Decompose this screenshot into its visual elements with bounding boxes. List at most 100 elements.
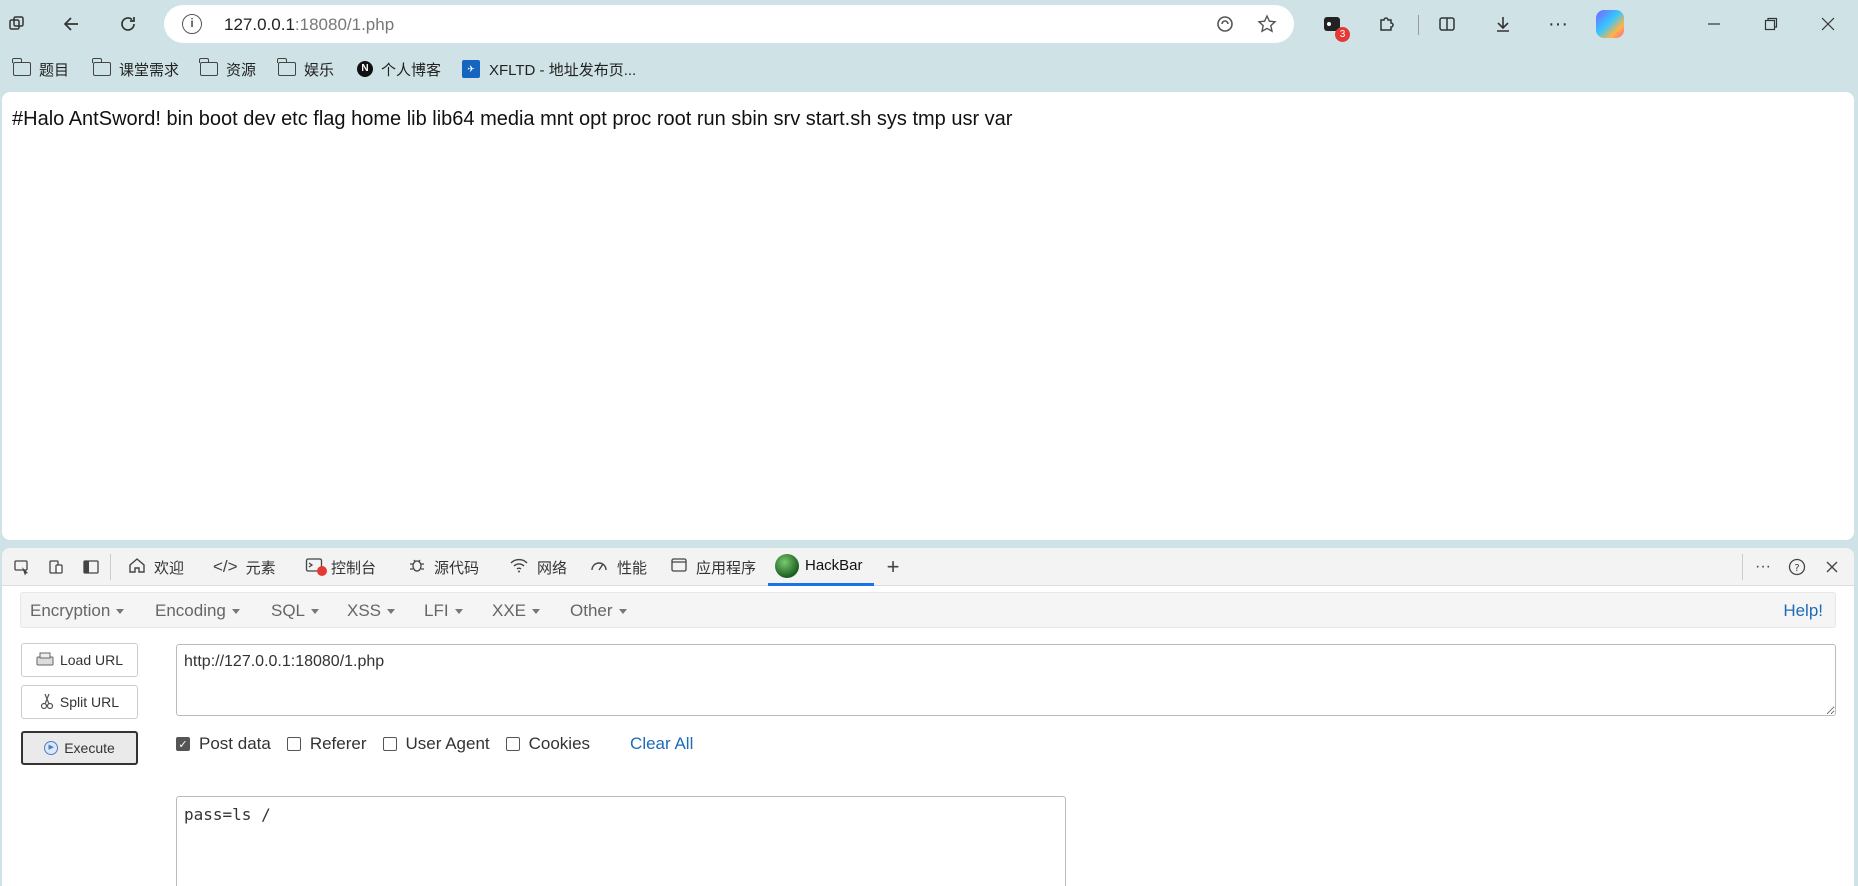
menu-encoding[interactable]: Encoding (155, 601, 240, 621)
bookmark-folder-resources[interactable]: 资源 (199, 58, 256, 80)
tab-hackbar[interactable]: HackBar (768, 548, 874, 586)
help-icon[interactable]: ? (1787, 557, 1807, 577)
split-url-button[interactable]: Split URL (21, 685, 138, 719)
button-label: Split URL (59, 694, 120, 710)
copilot-icon[interactable] (1596, 10, 1624, 38)
menu-label: Encryption (30, 601, 111, 620)
menu-label: LFI (424, 601, 449, 620)
split-screen-icon[interactable] (1433, 10, 1461, 38)
gauge-icon (589, 556, 609, 579)
button-label: Load URL (59, 652, 124, 668)
svg-text:?: ? (1794, 563, 1799, 574)
menu-encryption[interactable]: Encryption (30, 601, 125, 621)
menu-label: Encoding (155, 601, 226, 620)
referer-label: Referer (309, 734, 367, 753)
bookmark-label: XFLTD - 地址发布页... (489, 61, 637, 79)
folder-icon (12, 58, 31, 76)
url-input[interactable]: http://127.0.0.1:18080/1.php (176, 644, 1836, 716)
bookmark-folder-entertainment[interactable]: 娱乐 (277, 58, 334, 80)
tab-label: 网络 (537, 559, 568, 577)
execute-button[interactable]: ▶ Execute (21, 731, 138, 765)
bookmark-personal-blog[interactable]: N 个人博客 (357, 58, 441, 80)
back-icon[interactable] (58, 10, 86, 38)
bookmark-label: 个人博客 (381, 61, 442, 79)
bookmarks-bar: 题目 课堂需求 资源 娱乐 N 个人博客 ✈ XFLTD - 地址发布页... (0, 54, 1858, 84)
menu-label: XSS (347, 601, 382, 620)
clear-all-link[interactable]: Clear All (630, 734, 693, 754)
cookies-label: Cookies (528, 734, 591, 753)
cookies-checkbox[interactable] (505, 737, 520, 751)
minimize-icon[interactable] (1702, 12, 1726, 36)
add-tab-icon[interactable]: + (883, 554, 903, 579)
home-icon (128, 556, 146, 579)
post-data-checkbox[interactable]: ✓ (176, 737, 190, 751)
menu-xss[interactable]: XSS (347, 601, 396, 621)
refresh-icon[interactable] (114, 10, 142, 38)
site-info-icon[interactable]: i (182, 14, 202, 34)
tab-label: 元素 (245, 559, 276, 577)
workspaces-icon[interactable] (3, 10, 31, 38)
user-agent-label: User Agent (405, 734, 490, 753)
tab-performance[interactable]: 性能 (589, 548, 647, 586)
bookmark-folder-timu[interactable]: 题目 (12, 58, 70, 80)
tab-label: 源代码 (434, 559, 480, 577)
menu-sql[interactable]: SQL (271, 601, 320, 621)
close-window-icon[interactable] (1816, 12, 1840, 36)
devtools-panel: 欢迎 </> 元素 控制台 源代码 网络 性能 应用程序 HackBar + ··… (2, 548, 1854, 886)
tab-console[interactable]: 控制台 (305, 548, 376, 586)
window-icon (670, 556, 688, 579)
tab-label: 性能 (617, 559, 648, 577)
scissors-icon (40, 692, 54, 713)
inspect-element-icon[interactable] (12, 557, 32, 577)
caret-down-icon (454, 609, 463, 615)
close-devtools-icon[interactable] (1822, 557, 1842, 577)
tab-welcome[interactable]: 欢迎 (128, 548, 184, 586)
play-icon: ▶ (44, 741, 59, 755)
toolbar-divider (1418, 15, 1419, 35)
address-url[interactable]: 127.0.0.1:18080/1.php (224, 15, 394, 35)
menu-xxe[interactable]: XXE (492, 601, 541, 621)
folder-icon (199, 58, 218, 76)
favorite-star-icon[interactable] (1255, 12, 1279, 36)
options-row: ✓ Post data Referer User Agent Cookies Cl… (176, 732, 693, 756)
tab-sources[interactable]: 源代码 (408, 548, 479, 586)
xfltd-logo-icon: ✈ (462, 60, 480, 78)
device-emulation-icon[interactable] (46, 557, 66, 577)
referer-checkbox[interactable] (286, 737, 301, 751)
bookmark-xfltd[interactable]: ✈ XFLTD - 地址发布页... (462, 58, 636, 80)
extension-badge: 3 (1335, 27, 1350, 42)
tab-label: 应用程序 (696, 559, 757, 577)
post-data-label: Post data (199, 734, 271, 753)
more-menu-icon[interactable]: ··· (1544, 10, 1572, 38)
tab-separator (1742, 554, 1743, 580)
extensions-puzzle-icon[interactable] (1373, 10, 1401, 38)
read-aloud-icon[interactable] (1213, 12, 1237, 36)
browser-titlebar: i 127.0.0.1:18080/1.php 3 ··· (0, 0, 1858, 48)
caret-down-icon (387, 609, 396, 615)
code-icon: </> (213, 557, 238, 576)
tab-elements[interactable]: </> 元素 (213, 548, 276, 586)
downloads-icon[interactable] (1489, 10, 1517, 38)
devtools-more-icon[interactable]: ··· (1753, 557, 1773, 577)
load-url-icon (36, 651, 54, 670)
restore-icon[interactable] (1759, 12, 1783, 36)
folder-icon (277, 58, 296, 76)
menu-label: Other (570, 601, 613, 620)
address-bar[interactable]: i 127.0.0.1:18080/1.php (164, 5, 1294, 43)
console-icon (305, 556, 327, 579)
menu-lfi[interactable]: LFI (424, 601, 463, 621)
tab-network[interactable]: 网络 (509, 548, 567, 586)
menu-other[interactable]: Other (570, 601, 627, 621)
n-logo-icon: N (357, 61, 373, 77)
load-url-button[interactable]: Load URL (21, 643, 138, 677)
dock-side-icon[interactable] (81, 557, 101, 577)
bookmark-folder-classroom[interactable]: 课堂需求 (92, 58, 179, 80)
error-badge (317, 565, 327, 576)
wifi-icon (509, 556, 529, 579)
help-link[interactable]: Help! (1783, 601, 1823, 621)
user-agent-checkbox[interactable] (382, 737, 397, 751)
post-data-input[interactable]: pass=ls / (176, 796, 1066, 886)
page-viewport: #Halo AntSword! bin boot dev etc flag ho… (2, 92, 1854, 540)
bookmark-label: 题目 (39, 61, 70, 79)
tab-application[interactable]: 应用程序 (670, 548, 756, 586)
